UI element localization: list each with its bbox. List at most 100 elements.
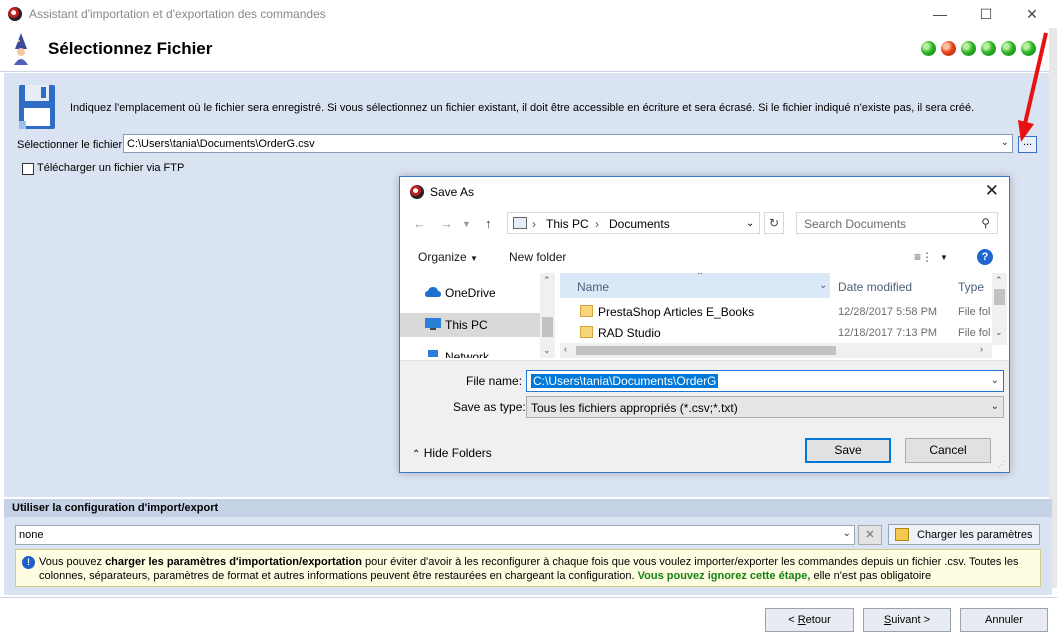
config-hint-text: Vous pouvez charger les paramètres d'imp… — [39, 555, 1037, 583]
config-select[interactable]: none ⌄ — [15, 525, 855, 545]
scroll-up-icon[interactable]: ⌃ — [543, 275, 551, 286]
config-heading: Utiliser la configuration d'import/expor… — [4, 499, 1052, 517]
chevron-down-icon[interactable]: ⌄ — [991, 375, 999, 386]
scroll-up-icon[interactable]: ⌃ — [995, 275, 1003, 286]
scrollbar-thumb[interactable] — [576, 346, 836, 355]
organize-menu[interactable]: Organize ▼ — [418, 250, 478, 264]
breadcrumb-separator-icon: › — [595, 217, 599, 231]
select-file-label: Sélectionner le fichier — [17, 139, 123, 151]
app-logo-icon — [410, 185, 424, 199]
info-icon: ! — [22, 556, 35, 569]
back-accelerator: R — [797, 614, 806, 626]
computer-icon — [513, 217, 527, 229]
load-folder-icon — [895, 528, 909, 541]
folder-icon — [580, 305, 593, 317]
window-titlebar: Assistant d'importation et d'exportation… — [0, 0, 1057, 28]
save-type-select[interactable]: Tous les fichiers appropriés (*.csv;*.tx… — [526, 396, 1004, 418]
wizard-footer: < Retour Suivant > Annuler — [0, 597, 1057, 640]
file-path-combobox[interactable]: C:\Users\tania\Documents\OrderG.csv ⌄ — [123, 134, 1013, 153]
file-type: File fol — [958, 306, 991, 318]
close-icon: ✕ — [1026, 6, 1038, 22]
close-button[interactable]: ✕ — [1017, 4, 1047, 24]
file-list-vscrollbar[interactable]: ⌃ ⌄ — [992, 273, 1007, 345]
scroll-down-icon[interactable]: ⌄ — [995, 327, 1003, 338]
save-type-label: Save as type: — [453, 400, 526, 414]
file-name-input[interactable]: C:\Users\tania\Documents\OrderG ⌄ — [526, 370, 1004, 392]
column-date-label[interactable]: Date modified — [838, 280, 912, 294]
scroll-right-icon[interactable]: › — [980, 344, 983, 354]
network-icon — [428, 350, 438, 357]
config-select-value: none — [19, 529, 44, 541]
chevron-down-icon: ⌄ — [842, 528, 851, 539]
sort-up-icon: ⌃ — [696, 273, 705, 282]
column-type-label[interactable]: Type — [958, 280, 984, 294]
file-row[interactable]: PrestaShop Articles E_Books 12/28/2017 5… — [560, 302, 992, 322]
app-logo-icon — [8, 7, 22, 21]
dialog-bottom-panel: File name: C:\Users\tania\Documents\Orde… — [400, 360, 1009, 472]
dialog-close-button[interactable]: ✕ — [985, 181, 999, 201]
clear-config-button[interactable]: ✕ — [858, 525, 882, 545]
minimize-button[interactable]: — — [925, 4, 955, 24]
clear-icon: ✕ — [865, 529, 875, 541]
nav-item-label: Network — [445, 350, 490, 358]
search-placeholder: Search Documents — [804, 217, 907, 231]
save-button[interactable]: Save — [805, 438, 891, 463]
scrollbar-thumb[interactable] — [542, 317, 553, 337]
chevron-up-icon: ⌃ — [412, 449, 421, 460]
nav-item-this-pc[interactable]: This PC — [400, 313, 540, 337]
new-folder-button[interactable]: New folder — [509, 250, 566, 264]
maximize-button[interactable]: ☐ — [971, 4, 1001, 24]
chevron-down-icon: ⌄ — [990, 401, 999, 412]
nav-pane-scrollbar[interactable]: ⌃ ⌄ — [540, 273, 555, 358]
page-title: Sélectionnez Fichier — [48, 39, 213, 58]
back-arrow-icon[interactable]: ← — [413, 216, 426, 231]
breadcrumb-this-pc[interactable]: This PC — [546, 217, 589, 231]
search-box[interactable]: Search Documents ⚲ — [796, 212, 998, 234]
breadcrumb-documents[interactable]: Documents — [609, 217, 670, 231]
next-button[interactable]: Suivant > — [863, 608, 951, 632]
forward-arrow-icon[interactable]: → — [440, 216, 453, 231]
hint-text-1: Vous pouvez — [39, 556, 106, 568]
maximize-icon: ☐ — [979, 6, 993, 22]
file-row[interactable]: RAD Studio 12/18/2017 7:13 PM File fol — [560, 323, 992, 343]
dialog-toolbar: Organize ▼ New folder ≡⋮ ▼ ? — [400, 243, 1009, 271]
scrollbar-thumb[interactable] — [994, 289, 1005, 305]
next-label: uivant > — [891, 614, 931, 626]
refresh-button[interactable]: ↻ — [764, 212, 784, 234]
refresh-icon: ↻ — [768, 216, 780, 230]
caret-down-icon[interactable]: ▼ — [940, 253, 948, 262]
view-options-icon[interactable]: ≡⋮ — [914, 250, 933, 264]
file-list-hscrollbar[interactable]: ‹ › — [560, 343, 992, 358]
ftp-checkbox[interactable] — [22, 163, 34, 175]
load-settings-label: Charger les paramètres — [917, 529, 1033, 541]
dialog-title: Save As — [430, 185, 475, 199]
chevron-down-icon[interactable]: ⌄ — [819, 280, 827, 291]
file-name: PrestaShop Articles E_Books — [598, 305, 755, 319]
search-icon: ⚲ — [981, 216, 990, 230]
step-dot-4 — [981, 41, 996, 56]
load-settings-button[interactable]: Charger les paramètres — [888, 524, 1040, 545]
caret-down-icon: ▼ — [470, 254, 478, 263]
file-info-text: Indiquez l'emplacement où le fichier ser… — [70, 102, 975, 114]
hint-optional-text: Vous pouvez ignorez cette étape, — [637, 570, 811, 582]
up-arrow-icon[interactable]: ↑ — [485, 216, 492, 231]
navigation-pane: OneDrive This PC Network — [400, 273, 555, 358]
step-dot-3 — [961, 41, 976, 56]
scroll-left-icon[interactable]: ‹ — [564, 344, 567, 354]
help-icon[interactable]: ? — [977, 249, 993, 265]
file-type: File fol — [958, 327, 991, 339]
nav-item-onedrive[interactable]: OneDrive — [400, 281, 540, 305]
hint-bold-text: charger les paramètres d'importation/exp… — [105, 556, 362, 568]
dialog-cancel-button[interactable]: Cancel — [905, 438, 991, 463]
recent-chevron-icon[interactable]: ▼ — [462, 219, 471, 229]
step-dot-1 — [921, 41, 936, 56]
hide-folders-button[interactable]: ⌃ Hide Folders — [412, 446, 492, 460]
address-bar[interactable]: › This PC › Documents ⌄ — [507, 212, 760, 234]
ftp-checkbox-label[interactable]: Télécharger un fichier via FTP — [37, 162, 184, 174]
nav-item-network[interactable]: Network — [400, 345, 540, 358]
back-button[interactable]: < Retour — [765, 608, 854, 632]
resize-grip-icon[interactable]: ⋰ — [998, 460, 1006, 469]
cancel-button[interactable]: Annuler — [960, 608, 1048, 632]
scroll-down-icon[interactable]: ⌄ — [543, 345, 551, 356]
chevron-down-icon[interactable]: ⌄ — [746, 218, 754, 229]
